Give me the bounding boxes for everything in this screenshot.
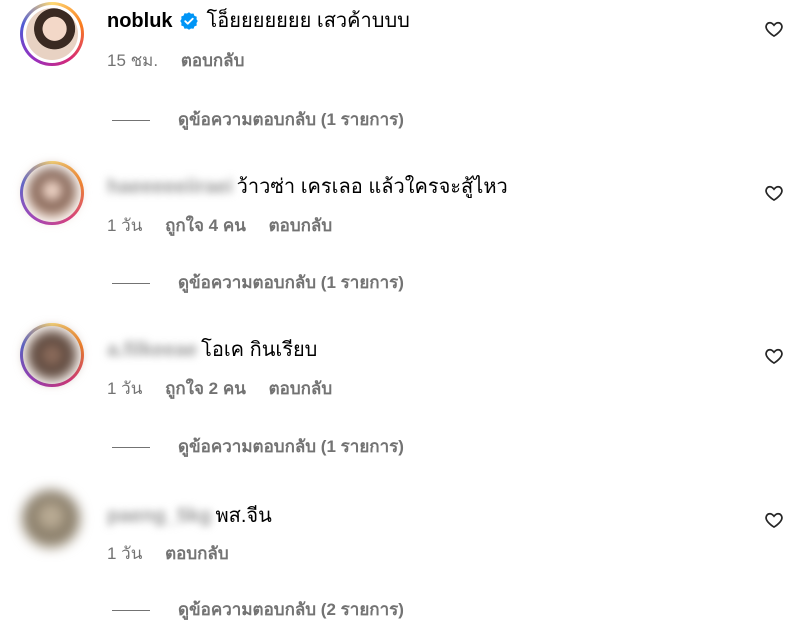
divider: [112, 609, 150, 611]
comment-text: โอ็ยยยยยยย เสวค้าบบบ: [206, 10, 410, 32]
likes-count[interactable]: ถูกใจ 4 คน: [165, 216, 246, 235]
avatar[interactable]: [20, 161, 84, 225]
heart-outline-icon[interactable]: [764, 346, 784, 366]
avatar[interactable]: [20, 2, 84, 66]
comment-line: haeeeeeiiraei ว้าวซ่า เครเลอ แล้วใครจะสู…: [107, 174, 508, 200]
comment-text: โอเค กินเรียบ: [201, 339, 318, 361]
divider: [112, 446, 150, 448]
view-replies-button[interactable]: ดูข้อความตอบกลับ (2 รายการ): [112, 599, 404, 621]
comment-time: 1 วัน: [107, 216, 143, 235]
heart-outline-icon[interactable]: [764, 183, 784, 203]
heart-outline-icon[interactable]: [764, 510, 784, 530]
comment-meta: 15 ชม. ตอบกลับ: [107, 50, 262, 72]
heart-outline-icon[interactable]: [764, 19, 784, 39]
verified-badge-icon: [179, 12, 198, 30]
avatar[interactable]: [20, 323, 84, 387]
comment-text: ว้าวซ่า เครเลอ แล้วใครจะสู้ไหว: [236, 176, 508, 198]
view-replies-button[interactable]: ดูข้อความตอบกลับ (1 รายการ): [112, 436, 404, 458]
comment-line: nobluk โอ็ยยยยยยย เสวค้าบบบ: [107, 8, 410, 34]
username[interactable]: paeng_5kg: [107, 503, 211, 529]
comment-text: พส.จีน: [215, 505, 272, 527]
likes-count[interactable]: ถูกใจ 2 คน: [165, 379, 246, 398]
view-replies-label: ดูข้อความตอบกลับ (2 รายการ): [178, 600, 404, 619]
comment-meta: 1 วัน ตอบกลับ: [107, 543, 247, 565]
view-replies-button[interactable]: ดูข้อความตอบกลับ (1 รายการ): [112, 109, 404, 131]
comment-line: paeng_5kg พส.จีน: [107, 503, 272, 529]
reply-button[interactable]: ตอบกลับ: [181, 51, 245, 70]
comment-meta: 1 วัน ถูกใจ 4 คน ตอบกลับ: [107, 215, 350, 237]
view-replies-label: ดูข้อความตอบกลับ (1 รายการ): [178, 437, 404, 456]
view-replies-label: ดูข้อความตอบกลับ (1 รายการ): [178, 273, 404, 292]
reply-button[interactable]: ตอบกลับ: [269, 379, 333, 398]
comment-time: 1 วัน: [107, 379, 143, 398]
reply-button[interactable]: ตอบกลับ: [269, 216, 333, 235]
avatar[interactable]: [22, 490, 80, 548]
username[interactable]: nobluk: [107, 8, 173, 34]
comment-meta: 1 วัน ถูกใจ 2 คน ตอบกลับ: [107, 378, 350, 400]
comment-line: a.filkeeae โอเค กินเรียบ: [107, 337, 317, 363]
username[interactable]: haeeeeeiiraei: [107, 174, 233, 200]
username[interactable]: a.filkeeae: [107, 337, 197, 363]
comment-time: 1 วัน: [107, 544, 143, 563]
view-replies-label: ดูข้อความตอบกลับ (1 รายการ): [178, 110, 404, 129]
divider: [112, 119, 150, 121]
view-replies-button[interactable]: ดูข้อความตอบกลับ (1 รายการ): [112, 272, 404, 294]
reply-button[interactable]: ตอบกลับ: [165, 544, 229, 563]
divider: [112, 282, 150, 284]
comment-time: 15 ชม.: [107, 51, 159, 70]
